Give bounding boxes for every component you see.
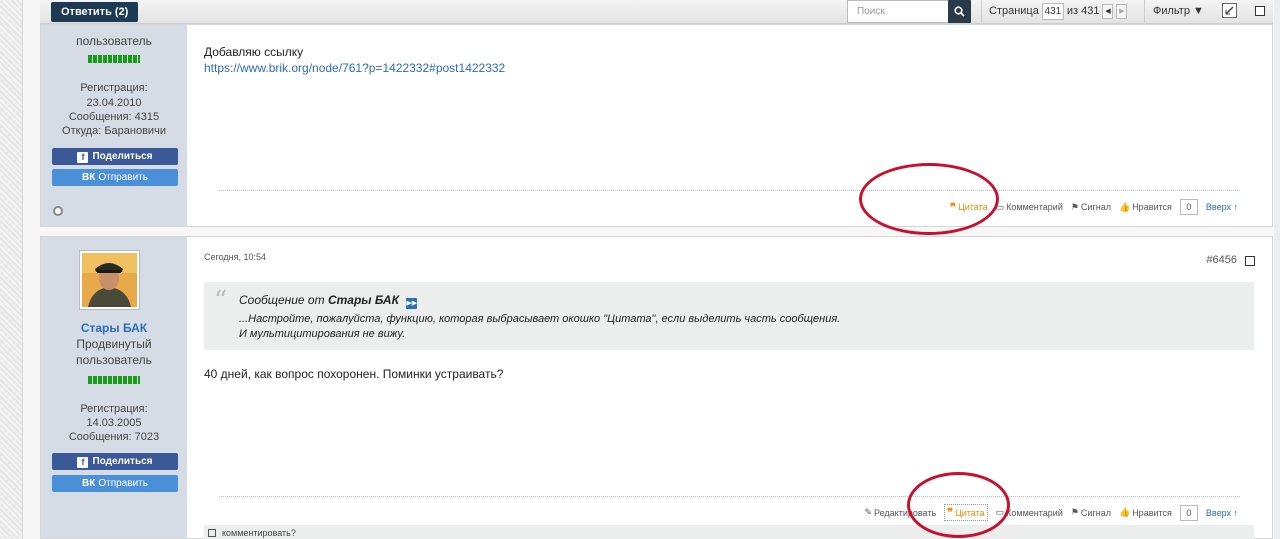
share-vk-label: Отправить (98, 478, 148, 489)
like-count: 0 (1179, 199, 1198, 215)
user-info-panel: Стары БАК Продвинутый пользователь Регис… (41, 237, 187, 538)
comment-button[interactable]: ▭ Комментарий (996, 507, 1063, 518)
flag-icon: ⚑ (1070, 507, 1079, 517)
post-content: Добавляю ссылку https://www.brik.org/nod… (187, 25, 1272, 226)
comment-icon: ▭ (995, 201, 1005, 212)
quote-text-line: И мультицитирования не вижу. (239, 328, 406, 340)
edit-label: Редактировать (874, 507, 937, 518)
post-text: Добавляю ссылку (204, 45, 304, 59)
report-label: Сигнал (1080, 507, 1111, 518)
vk-icon: ВК (82, 172, 96, 183)
like-count: 0 (1179, 504, 1198, 521)
jump-to-post-icon[interactable]: ▶▶ (406, 298, 418, 309)
back-to-top-link[interactable]: Вверх ↑ (1206, 202, 1238, 212)
quote-block: “ Сообщение от Стары БАК ▶▶ ...Настройте… (204, 282, 1254, 350)
report-label: Сигнал (1080, 202, 1111, 212)
reputation-bar (88, 376, 140, 384)
quote-icon: ❞ (947, 507, 954, 519)
user-location: Откуда: Барановичи (62, 125, 166, 137)
facebook-share-button[interactable]: f Поделиться (52, 453, 178, 470)
reply-button[interactable]: Ответить (2) (51, 2, 139, 22)
like-label: Нравится (1132, 507, 1172, 518)
message-count: Сообщения: 7023 (68, 431, 160, 443)
comment-footer-label[interactable]: комментировать? (222, 528, 296, 538)
prev-page-icon[interactable]: ◀ (1102, 4, 1114, 19)
vk-share-button[interactable]: ВК Отправить (52, 475, 178, 492)
registration-label: Регистрация: (80, 82, 148, 94)
comment-checkbox[interactable] (208, 529, 216, 537)
avatar[interactable] (79, 250, 140, 310)
post-text: 40 дней, как вопрос похоронен. Поминки у… (204, 367, 504, 381)
pencil-icon (1225, 6, 1234, 15)
thumbs-up-icon: 👍 (1118, 507, 1131, 517)
filter-dropdown[interactable]: Фильтр ▼ (1144, 0, 1212, 23)
comment-label: Комментарий (1006, 202, 1063, 212)
search-button[interactable] (948, 0, 971, 23)
registration-date: 14.03.2005 (86, 417, 142, 429)
registration-label: Регистрация: (80, 403, 148, 415)
page-total: из 431 (1066, 5, 1100, 17)
quote-header: Сообщение от Стары БАК ▶▶ (239, 293, 418, 309)
page-prefix: Страница (989, 5, 1039, 17)
share-vk-label: Отправить (98, 172, 148, 183)
user-info-panel: пользователь Регистрация: 23.04.2010 Соо… (41, 25, 187, 226)
user-rank: Продвинутый пользователь (76, 337, 152, 367)
user-rank: пользователь (76, 34, 152, 48)
next-page-icon[interactable]: ▶ (1116, 4, 1128, 19)
quote-label: Цитата (958, 202, 988, 212)
like-label: Нравится (1132, 202, 1172, 212)
message-count: Сообщения: 4315 (68, 111, 160, 123)
share-fb-label: Поделиться (92, 456, 153, 467)
search-icon (954, 6, 965, 17)
thread-toolbar: Ответить (2) Поиск Страница 431 из 431 ◀… (40, 0, 1273, 24)
quote-button[interactable]: ❞ Цитата (950, 201, 987, 214)
back-to-top-link[interactable]: Вверх ↑ (1206, 508, 1238, 518)
facebook-icon: f (77, 457, 89, 468)
thumbs-up-icon: 👍 (1118, 201, 1131, 212)
post-divider (219, 496, 1240, 497)
vk-icon: ВК (82, 478, 96, 489)
edit-mode-button[interactable] (1222, 3, 1237, 18)
quote-mark-icon: “ (214, 286, 228, 316)
post-number[interactable]: #6456 (1206, 254, 1237, 266)
post: пользователь Регистрация: 23.04.2010 Соо… (40, 24, 1273, 235)
quote-prefix: Сообщение от (239, 293, 325, 307)
page-number-input[interactable]: 431 (1041, 3, 1064, 20)
pagination: Страница 431 из 431 ◀ ▶ (981, 0, 1128, 23)
pencil-icon: ✎ (864, 507, 872, 517)
post: Стары БАК Продвинутый пользователь Регис… (40, 236, 1273, 539)
post-actions: ✎ Редактировать ❞ Цитата ▭ Комментарий ⚑ Сиг… (864, 504, 1238, 521)
comment-icon: ▭ (995, 507, 1005, 517)
facebook-icon: f (77, 152, 89, 163)
quote-label: Цитата (955, 507, 985, 518)
post-select-checkbox[interactable] (1245, 256, 1255, 266)
post-divider (219, 190, 1240, 191)
online-status-icon (53, 206, 63, 216)
flag-icon: ⚑ (1070, 201, 1079, 212)
comment-footer: комментировать? (204, 525, 1254, 539)
quote-icon: ❞ (950, 201, 957, 214)
comment-label: Комментарий (1006, 507, 1063, 518)
share-fb-label: Поделиться (92, 151, 153, 162)
reputation-bar (88, 55, 140, 63)
post-actions: ❞ Цитата ▭ Комментарий ⚑ Сигнал 👍 Нравится 0… (950, 199, 1238, 215)
quote-text-line: ...Настройте, пожалуйста, функцию, котор… (239, 313, 841, 325)
quote-button[interactable]: ❞ Цитата (944, 504, 988, 521)
edit-button[interactable]: ✎ Редактировать (864, 507, 936, 518)
vk-share-button[interactable]: ВК Отправить (52, 169, 178, 186)
like-button[interactable]: 👍 Нравится (1119, 202, 1172, 213)
comment-button[interactable]: ▭ Комментарий (996, 202, 1063, 213)
post-content: Сегодня, 10:54 #6456 “ Сообщение от Стар… (187, 237, 1272, 539)
quote-author: Стары БАК (327, 293, 399, 307)
report-button[interactable]: ⚑ Сигнал (1071, 507, 1111, 518)
post-date: Сегодня, 10:54 (204, 252, 267, 262)
username-link[interactable]: Стары БАК (41, 321, 187, 335)
post-link[interactable]: https://www.brik.org/node/761?p=1422332#… (204, 61, 505, 75)
facebook-share-button[interactable]: f Поделиться (52, 148, 178, 165)
like-button[interactable]: 👍 Нравится (1119, 507, 1172, 518)
page-background (0, 0, 22, 539)
select-all-checkbox[interactable] (1255, 6, 1265, 16)
report-button[interactable]: ⚑ Сигнал (1071, 202, 1111, 213)
registration-date: 23.04.2010 (86, 97, 142, 109)
